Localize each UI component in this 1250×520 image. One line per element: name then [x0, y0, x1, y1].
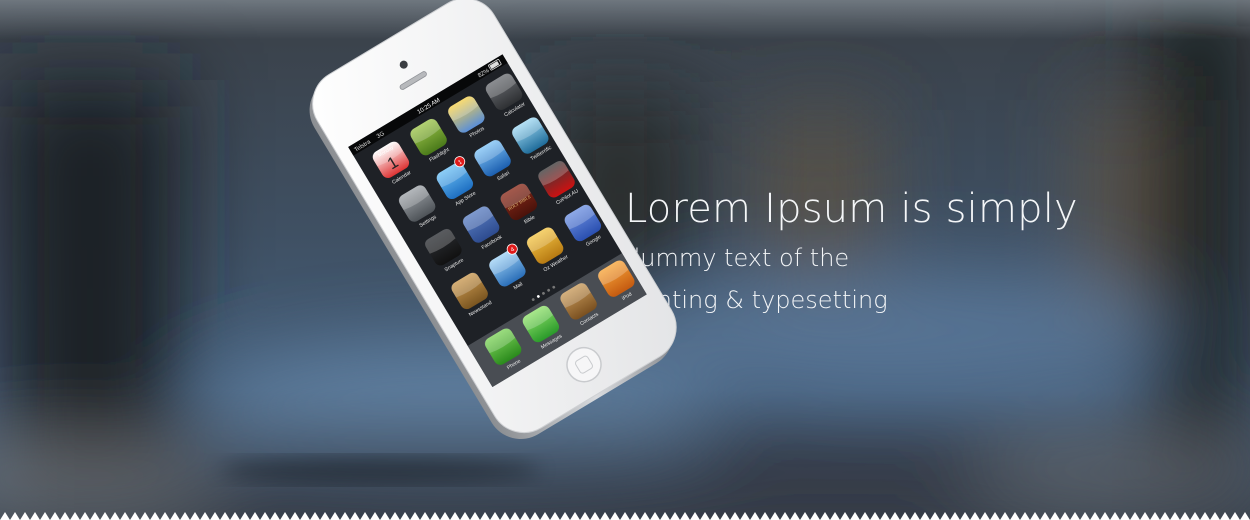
hero-banner: Lorem Ipsum is simply dummy text of the … [0, 0, 1250, 520]
headline-line-1: Lorem Ipsum is simply [625, 186, 1078, 232]
zigzag-footer-edge [0, 512, 1250, 520]
headline-line-3: printing & typesetting [625, 286, 888, 314]
headline-line-2: dummy text of the [625, 244, 850, 272]
iphone-mockup: Telstra 3G 10:25 AM 82% 1 Monday Calendar F… [175, 0, 677, 490]
hero-headline: Lorem Ipsum is simply dummy text of the … [625, 186, 1078, 316]
